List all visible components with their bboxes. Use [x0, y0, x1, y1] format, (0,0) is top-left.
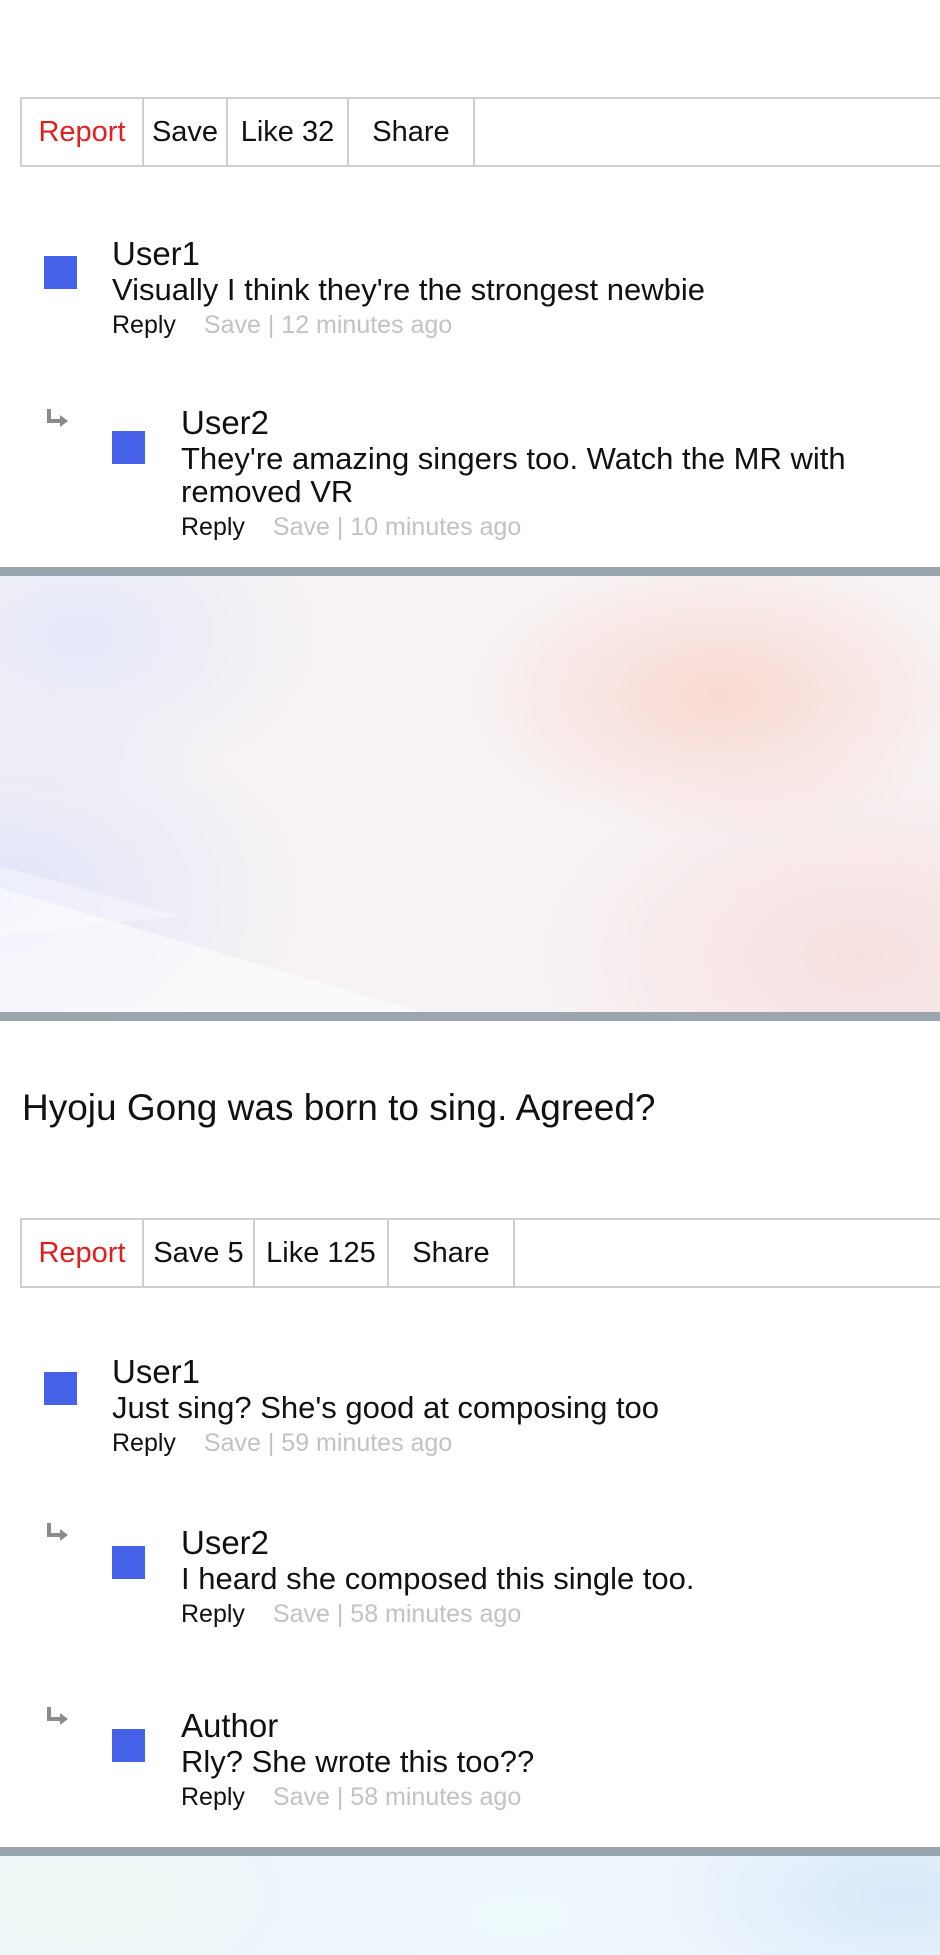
comment-meta: Reply Save | 12 minutes ago [112, 311, 452, 339]
avatar [44, 256, 77, 289]
share-button[interactable]: Share [349, 99, 475, 165]
comment-username[interactable]: User1 [112, 236, 200, 272]
comment-timestamp: Save | 10 minutes ago [272, 513, 522, 541]
like-button[interactable]: Like 125 [255, 1220, 389, 1286]
reply-button[interactable]: Reply [181, 513, 245, 541]
section-divider [0, 1012, 940, 1021]
reply-button[interactable]: Reply [181, 1783, 245, 1811]
section-divider [0, 1847, 940, 1856]
avatar [44, 1372, 77, 1405]
section-divider [0, 567, 940, 576]
avatar [112, 1546, 145, 1579]
comment-timestamp: Save | 12 minutes ago [203, 311, 453, 339]
reply-button[interactable]: Reply [112, 311, 176, 339]
reply-arrow-icon [47, 1707, 68, 1725]
report-button[interactable]: Report [22, 99, 144, 165]
comment-text: Visually I think they're the strongest n… [112, 272, 705, 307]
comment-text: I heard she composed this single too. [181, 1561, 695, 1596]
comment-username[interactable]: User2 [181, 405, 269, 441]
comment-username[interactable]: Author [181, 1708, 278, 1744]
like-button[interactable]: Like 32 [228, 99, 349, 165]
action-bar-2: Report Save 5 Like 125 Share [20, 1218, 940, 1288]
comment-meta: Reply Save | 10 minutes ago [181, 513, 521, 541]
comment-meta: Reply Save | 59 minutes ago [112, 1429, 452, 1457]
light-beam-graphic [0, 866, 420, 1012]
background-image-panel [0, 576, 940, 1012]
post-text: Hyoju Gong was born to sing. Agreed? [22, 1087, 656, 1128]
background-image-panel [0, 1856, 940, 1955]
action-bar-1: Report Save Like 32 Share [20, 97, 940, 167]
comment-timestamp: Save | 58 minutes ago [272, 1600, 522, 1628]
avatar [112, 431, 145, 464]
comment-timestamp: Save | 58 minutes ago [272, 1783, 522, 1811]
reply-button[interactable]: Reply [112, 1429, 176, 1457]
report-button[interactable]: Report [22, 1220, 144, 1286]
comment-text: Just sing? She's good at composing too [112, 1390, 660, 1425]
save-button[interactable]: Save 5 [144, 1220, 255, 1286]
comment-meta: Reply Save | 58 minutes ago [181, 1783, 521, 1811]
comment-text: They're amazing singers too. Watch the M… [181, 441, 846, 509]
reply-arrow-icon [47, 1523, 68, 1541]
comment-username[interactable]: User2 [181, 1525, 269, 1561]
comment-text: Rly? She wrote this too?? [181, 1744, 535, 1779]
action-bar-spacer [515, 1220, 940, 1286]
reply-button[interactable]: Reply [181, 1600, 245, 1628]
comment-username[interactable]: User1 [112, 1354, 200, 1390]
comment-meta: Reply Save | 58 minutes ago [181, 1600, 521, 1628]
share-button[interactable]: Share [389, 1220, 515, 1286]
save-button[interactable]: Save [144, 99, 228, 165]
reply-arrow-icon [47, 409, 68, 427]
comment-timestamp: Save | 59 minutes ago [203, 1429, 453, 1457]
avatar [112, 1729, 145, 1762]
action-bar-spacer [475, 99, 940, 165]
